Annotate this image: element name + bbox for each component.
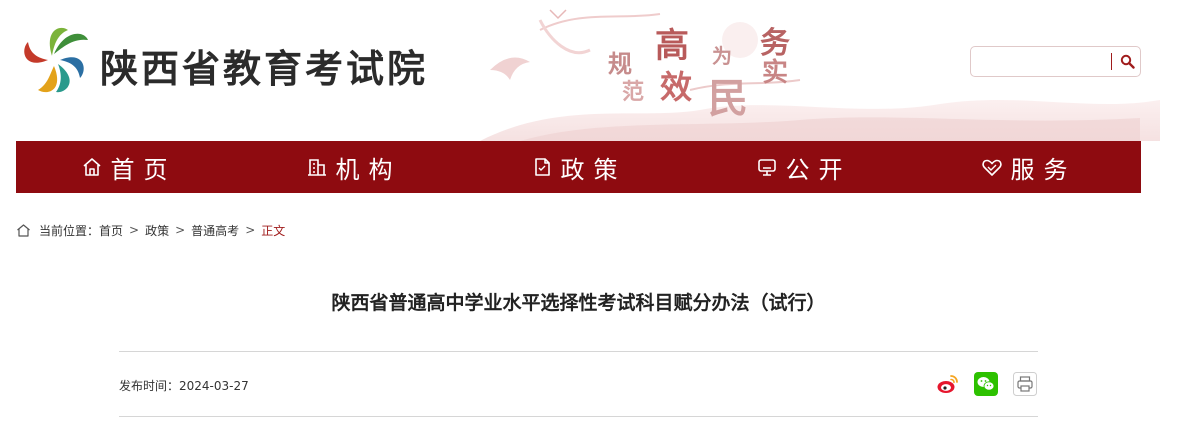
breadcrumb-separator: > [129, 223, 140, 237]
breadcrumb-link-home[interactable]: 首页 [99, 222, 123, 239]
publish-info: 发布时间：2024-03-27 [119, 377, 249, 394]
breadcrumb-separator: > [175, 223, 186, 237]
document-icon [531, 156, 553, 178]
nav-item-public[interactable]: 公开 [691, 141, 916, 193]
search-divider [1111, 53, 1112, 70]
nav-item-service[interactable]: 服务 [916, 141, 1141, 193]
publish-date: 2024-03-27 [179, 379, 249, 393]
building-icon [306, 156, 328, 178]
share-weibo-button[interactable] [936, 372, 960, 396]
breadcrumb-prefix: 当前位置： [39, 223, 100, 238]
slogan-char: 为 [712, 44, 732, 68]
divider [119, 351, 1038, 352]
monitor-icon [756, 156, 778, 178]
breadcrumb-separator: > [245, 223, 256, 237]
nav-label: 机构 [335, 155, 402, 184]
search-icon [1120, 54, 1135, 69]
search-input[interactable] [977, 51, 1107, 72]
site-header: 陕西省教育考试院 高 规 范 效 为 民 务 实 [0, 0, 1189, 141]
print-button[interactable] [1013, 372, 1037, 396]
search-button[interactable] [1114, 49, 1140, 74]
nav-item-organization[interactable]: 机构 [241, 141, 466, 193]
heart-handshake-icon [981, 156, 1003, 178]
nav-label: 政策 [560, 155, 627, 184]
weibo-icon [937, 375, 958, 393]
slogan-char: 民 [708, 75, 748, 122]
nav-item-policy[interactable]: 政策 [466, 141, 691, 193]
nav-label: 公开 [785, 155, 852, 184]
site-title: 陕西省教育考试院 [100, 46, 429, 91]
slogan-char: 高 [655, 26, 689, 66]
search-box [970, 46, 1141, 77]
home-icon [17, 223, 30, 237]
breadcrumb-link-policy[interactable]: 政策 [145, 222, 169, 239]
slogan-char: 实 [762, 58, 789, 88]
breadcrumb-link-gaokao[interactable]: 普通高考 [191, 222, 239, 239]
logo-icon [24, 27, 88, 93]
nav-label: 服务 [1010, 155, 1077, 184]
nav-label: 首页 [110, 155, 177, 184]
publish-label: 发布时间： [119, 379, 180, 393]
nav-item-home[interactable]: 首页 [16, 141, 241, 193]
slogan-char: 效 [660, 68, 693, 106]
breadcrumb: 当前位置： 首页 > 政策 > 普通高考 > 正文 [16, 221, 285, 239]
main-nav: 首页 机构 政策 公开 服务 [16, 141, 1141, 193]
slogan-char: 范 [622, 79, 645, 105]
breadcrumb-current: 正文 [261, 223, 286, 238]
home-icon [81, 156, 103, 178]
print-icon [1013, 372, 1037, 396]
share-wechat-button[interactable] [974, 372, 998, 396]
wechat-icon [974, 372, 998, 396]
article-title: 陕西省普通高中学业水平选择性考试科目赋分办法（试行） [331, 292, 826, 314]
divider [119, 416, 1038, 417]
